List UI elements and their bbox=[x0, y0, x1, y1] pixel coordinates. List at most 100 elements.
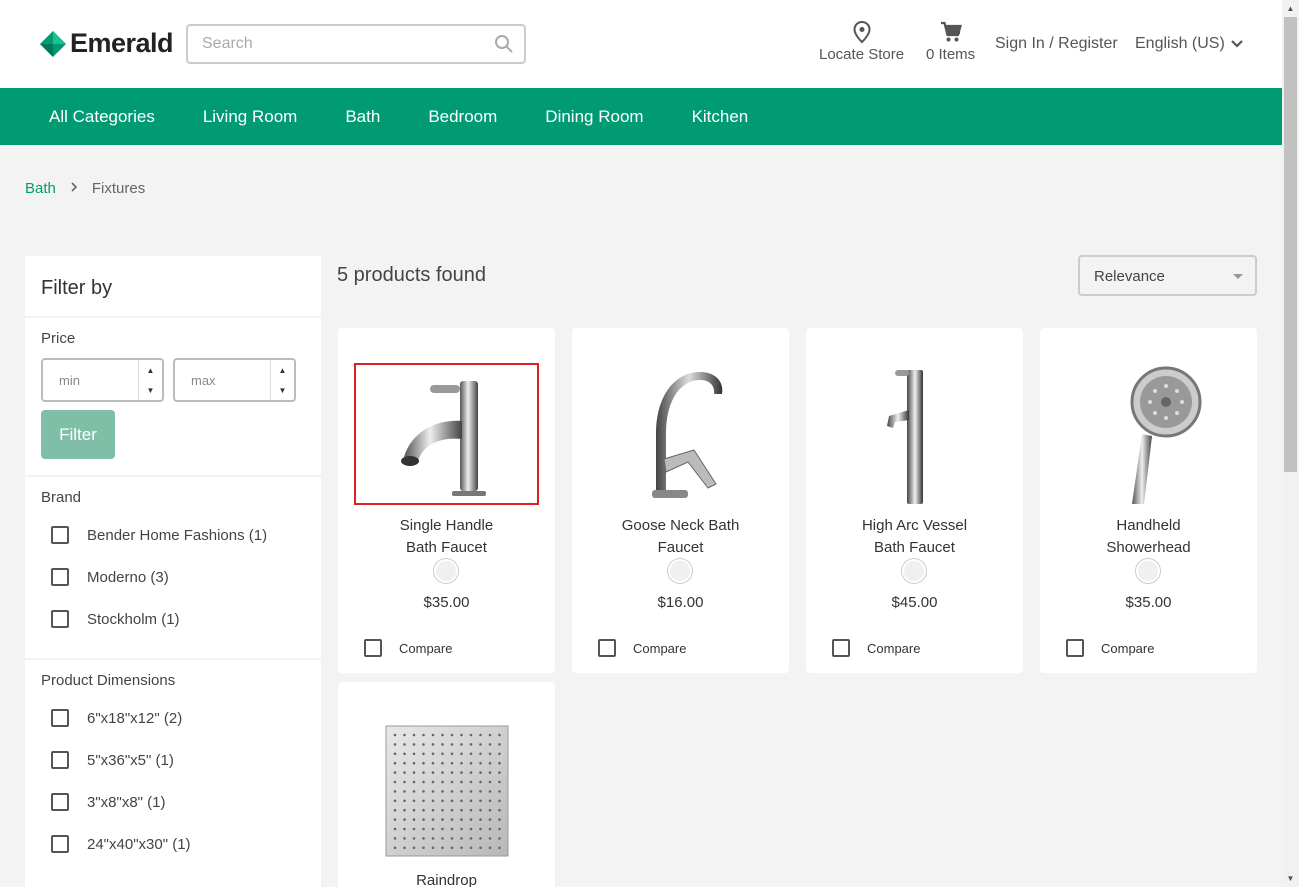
nav-item-dining-room[interactable]: Dining Room bbox=[545, 107, 643, 127]
color-swatch[interactable] bbox=[902, 559, 926, 583]
product-card[interactable]: Goose Neck Bath Faucet $16.00 Compare bbox=[572, 328, 789, 673]
brand-option[interactable]: Bender Home Fashions (1) bbox=[41, 514, 305, 556]
compare-label: Compare bbox=[1101, 640, 1155, 656]
dimensions-filter: Product Dimensions 6"x18"x12" (2) 5"x36"… bbox=[25, 660, 321, 865]
sort-select[interactable]: Relevance bbox=[1078, 255, 1257, 296]
brand-label: Brand bbox=[41, 489, 82, 506]
dimension-option-label: 3"x8"x8" (1) bbox=[87, 793, 166, 811]
breadcrumb-bath[interactable]: Bath bbox=[25, 180, 56, 197]
showerhead-icon bbox=[1130, 366, 1201, 504]
spin-up-icon[interactable]: ▲ bbox=[271, 360, 294, 380]
filter-sidebar: Filter by Price min ▲ ▼ max ▲ ▼ Filter Bra… bbox=[25, 256, 321, 887]
price-max-input[interactable]: max ▲ ▼ bbox=[173, 358, 296, 402]
product-name[interactable]: Handheld Showerhead bbox=[1040, 515, 1257, 559]
product-name[interactable]: Raindrop bbox=[338, 870, 555, 887]
nav-item-bath[interactable]: Bath bbox=[345, 107, 380, 127]
checkbox[interactable] bbox=[51, 568, 69, 586]
product-price: $35.00 bbox=[423, 594, 470, 611]
nav-item-bedroom[interactable]: Bedroom bbox=[428, 107, 497, 127]
compare-toggle[interactable]: Compare bbox=[1066, 639, 1154, 657]
brand-option[interactable]: Moderno (3) bbox=[41, 556, 305, 598]
faucet-icon bbox=[400, 381, 486, 496]
location-pin-icon bbox=[853, 20, 871, 44]
compare-toggle[interactable]: Compare bbox=[364, 639, 452, 657]
spin-up-icon[interactable]: ▲ bbox=[139, 360, 162, 380]
language-selector[interactable]: English (US) bbox=[1135, 35, 1244, 53]
checkbox[interactable] bbox=[51, 610, 69, 628]
compare-checkbox[interactable] bbox=[598, 639, 616, 657]
dimension-option[interactable]: 3"x8"x8" (1) bbox=[41, 781, 305, 823]
color-swatch[interactable] bbox=[668, 559, 692, 583]
scroll-up-icon[interactable]: ▲ bbox=[1282, 0, 1299, 17]
dimension-option[interactable]: 24"x40"x30" (1) bbox=[41, 823, 305, 865]
price-label: Price bbox=[41, 330, 76, 347]
nav-item-all-categories[interactable]: All Categories bbox=[49, 107, 155, 127]
brand-option-label: Bender Home Fashions (1) bbox=[87, 526, 268, 544]
compare-toggle[interactable]: Compare bbox=[832, 639, 920, 657]
shopping-cart-icon bbox=[940, 21, 962, 42]
dimension-option-label: 6"x18"x12" (2) bbox=[87, 709, 183, 727]
page-scrollbar[interactable]: ▲ ▼ bbox=[1282, 0, 1299, 887]
nav-item-kitchen[interactable]: Kitchen bbox=[692, 107, 749, 127]
product-card[interactable]: Raindrop bbox=[338, 682, 555, 887]
filter-title: Filter by bbox=[25, 256, 321, 318]
filter-button[interactable]: Filter bbox=[41, 410, 115, 459]
product-name[interactable]: High Arc Vessel Bath Faucet bbox=[806, 515, 1023, 559]
price-min-input[interactable]: min ▲ ▼ bbox=[41, 358, 164, 402]
spin-down-icon[interactable]: ▼ bbox=[139, 380, 162, 400]
brand-option-label: Stockholm (1) bbox=[87, 610, 180, 628]
product-image[interactable] bbox=[588, 363, 773, 505]
product-name[interactable]: Single Handle Bath Faucet bbox=[338, 515, 555, 559]
brand-logo[interactable]: Emerald bbox=[40, 28, 174, 59]
checkbox[interactable] bbox=[51, 793, 69, 811]
cart-count: 0 Items bbox=[926, 46, 976, 63]
product-price: $45.00 bbox=[891, 594, 938, 611]
chevron-right-icon bbox=[70, 180, 78, 197]
product-image[interactable] bbox=[822, 363, 1007, 505]
product-image[interactable] bbox=[354, 363, 539, 505]
checkbox[interactable] bbox=[51, 526, 69, 544]
checkbox[interactable] bbox=[51, 751, 69, 769]
brand-name: Emerald bbox=[70, 28, 174, 58]
scroll-thumb[interactable] bbox=[1284, 17, 1297, 472]
spin-down-icon[interactable]: ▼ bbox=[271, 380, 294, 400]
product-card[interactable]: Handheld Showerhead $35.00 Compare bbox=[1040, 328, 1257, 673]
product-card[interactable]: Single Handle Bath Faucet $35.00 Compare bbox=[338, 328, 555, 673]
dimensions-label: Product Dimensions bbox=[41, 672, 176, 689]
compare-checkbox[interactable] bbox=[364, 639, 382, 657]
breadcrumb: Bath Fixtures bbox=[25, 180, 145, 197]
product-image[interactable] bbox=[354, 720, 539, 862]
sign-in-link[interactable]: Sign In / Register bbox=[995, 35, 1118, 53]
search-icon[interactable] bbox=[494, 34, 514, 54]
search-input[interactable] bbox=[202, 26, 492, 62]
sort-value: Relevance bbox=[1094, 268, 1165, 285]
compare-toggle[interactable]: Compare bbox=[598, 639, 686, 657]
locate-store-link[interactable]: Locate Store bbox=[819, 20, 904, 63]
brand-option[interactable]: Stockholm (1) bbox=[41, 598, 305, 640]
product-name[interactable]: Goose Neck Bath Faucet bbox=[572, 515, 789, 559]
emerald-gem-icon bbox=[40, 30, 66, 57]
nav-item-living-room[interactable]: Living Room bbox=[203, 107, 298, 127]
product-card[interactable]: High Arc Vessel Bath Faucet $45.00 Compar… bbox=[806, 328, 1023, 673]
checkbox[interactable] bbox=[51, 835, 69, 853]
price-min-spinner[interactable]: ▲ ▼ bbox=[138, 360, 162, 400]
compare-label: Compare bbox=[867, 640, 921, 656]
cart-link[interactable]: 0 Items bbox=[926, 20, 975, 63]
locate-store-label: Locate Store bbox=[819, 46, 905, 63]
scroll-down-icon[interactable]: ▼ bbox=[1282, 870, 1299, 887]
compare-checkbox[interactable] bbox=[1066, 639, 1084, 657]
checkbox[interactable] bbox=[51, 709, 69, 727]
price-max-spinner[interactable]: ▲ ▼ bbox=[270, 360, 294, 400]
color-swatch[interactable] bbox=[434, 559, 458, 583]
brand-filter: Brand Bender Home Fashions (1) Moderno (… bbox=[25, 477, 321, 660]
dimension-option[interactable]: 6"x18"x12" (2) bbox=[41, 697, 305, 739]
compare-checkbox[interactable] bbox=[832, 639, 850, 657]
dropdown-caret-icon bbox=[1233, 274, 1243, 279]
product-image[interactable] bbox=[1056, 363, 1241, 505]
dimension-option[interactable]: 5"x36"x5" (1) bbox=[41, 739, 305, 781]
breadcrumb-current: Fixtures bbox=[91, 180, 146, 197]
color-swatch[interactable] bbox=[1136, 559, 1160, 583]
language-label: English (US) bbox=[1135, 35, 1225, 52]
tall-faucet-icon bbox=[886, 370, 923, 504]
search-box[interactable] bbox=[186, 24, 526, 64]
